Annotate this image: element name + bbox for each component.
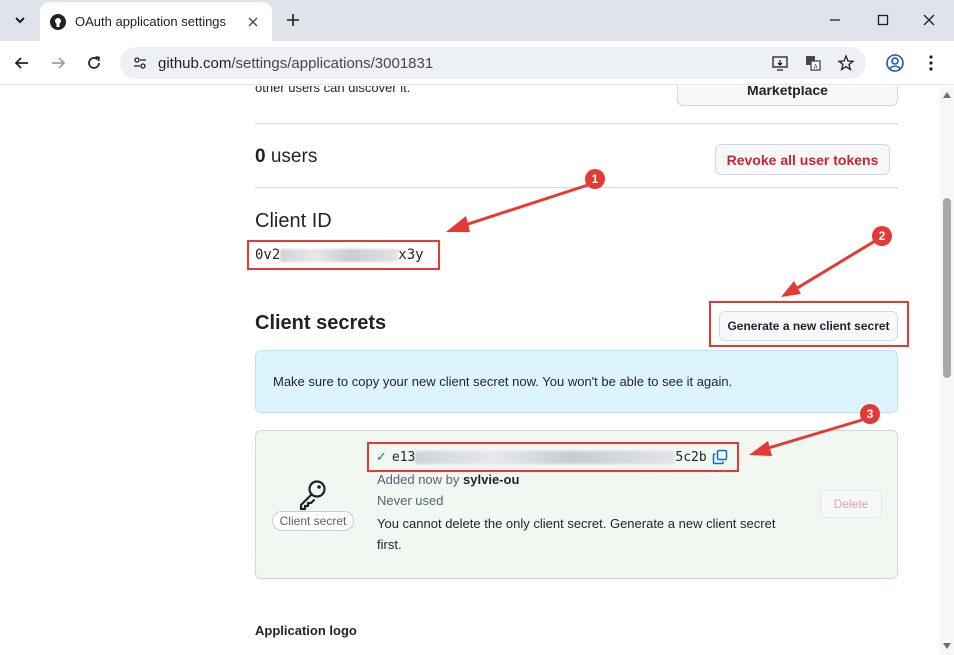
annotation-number-1: 1 <box>585 169 605 189</box>
github-logo-icon <box>50 13 66 30</box>
added-by-user: sylvie-ou <box>463 472 520 487</box>
close-window-icon[interactable] <box>914 6 944 34</box>
users-count: 0 users <box>255 146 317 168</box>
annotation-box-secret-value <box>367 442 739 472</box>
url-host: github.com <box>158 54 232 72</box>
client-secret-label: Client secret <box>272 511 354 531</box>
key-icon <box>299 480 326 511</box>
page-viewport: other users can discover it. Marketplace… <box>0 86 954 655</box>
minimize-icon[interactable] <box>820 6 850 34</box>
reload-icon[interactable] <box>81 50 107 76</box>
page-scrollbar[interactable] <box>940 86 954 655</box>
users-count-label: users <box>270 146 318 167</box>
address-bar[interactable]: github.com/settings/applications/3001831… <box>120 47 866 79</box>
delete-warning-text: You cannot delete the only client secret… <box>377 516 776 552</box>
annotation-box-generate-button <box>709 301 909 347</box>
delete-secret-button[interactable]: Delete <box>820 490 882 518</box>
tab-title: OAuth application settings <box>75 14 227 29</box>
tab-search-chevron-icon[interactable] <box>8 8 32 32</box>
maximize-icon[interactable] <box>868 6 898 34</box>
browser-tab[interactable]: OAuth application settings <box>40 2 272 41</box>
partial-description-text: other users can discover it. <box>255 86 411 95</box>
browser-tab-strip: OAuth application settings <box>0 0 954 41</box>
forward-arrow-icon[interactable] <box>45 50 71 76</box>
url-path: /settings/applications/3001831 <box>231 54 434 72</box>
users-count-number: 0 <box>255 146 266 167</box>
back-arrow-icon[interactable] <box>9 50 35 76</box>
marketplace-button[interactable]: Marketplace <box>677 86 898 106</box>
url-text: github.com/settings/applications/3001831 <box>158 55 433 72</box>
divider <box>255 187 898 188</box>
annotation-number-3: 3 <box>860 404 880 424</box>
annotation-box-client-id <box>247 240 440 270</box>
browser-toolbar: github.com/settings/applications/3001831… <box>0 41 954 85</box>
secret-added-by: Added now by sylvie-ou <box>377 472 519 487</box>
divider <box>255 123 898 124</box>
client-id-heading: Client ID <box>255 210 332 232</box>
bookmark-star-icon[interactable] <box>836 53 856 73</box>
new-tab-plus-icon[interactable] <box>282 9 304 31</box>
copy-secret-flash-notice: Make sure to copy your new client secret… <box>255 350 898 413</box>
application-logo-heading: Application logo <box>255 623 357 638</box>
added-by-text: Added now by <box>377 472 460 487</box>
install-app-icon[interactable] <box>770 53 790 73</box>
client-secrets-heading: Client secrets <box>255 312 387 334</box>
translate-icon[interactable]: A <box>803 53 823 73</box>
scroll-down-icon[interactable] <box>943 643 951 649</box>
scroll-thumb[interactable] <box>943 198 951 378</box>
scroll-up-icon[interactable] <box>943 92 951 98</box>
annotation-number-2: 2 <box>872 226 892 246</box>
tab-close-icon[interactable] <box>244 13 262 31</box>
revoke-all-tokens-button[interactable]: Revoke all user tokens <box>715 144 890 175</box>
profile-avatar-icon[interactable] <box>883 51 907 75</box>
site-settings-icon[interactable] <box>130 53 150 73</box>
browser-menu-icon[interactable] <box>919 51 943 75</box>
secret-usage: Never used <box>377 493 444 508</box>
